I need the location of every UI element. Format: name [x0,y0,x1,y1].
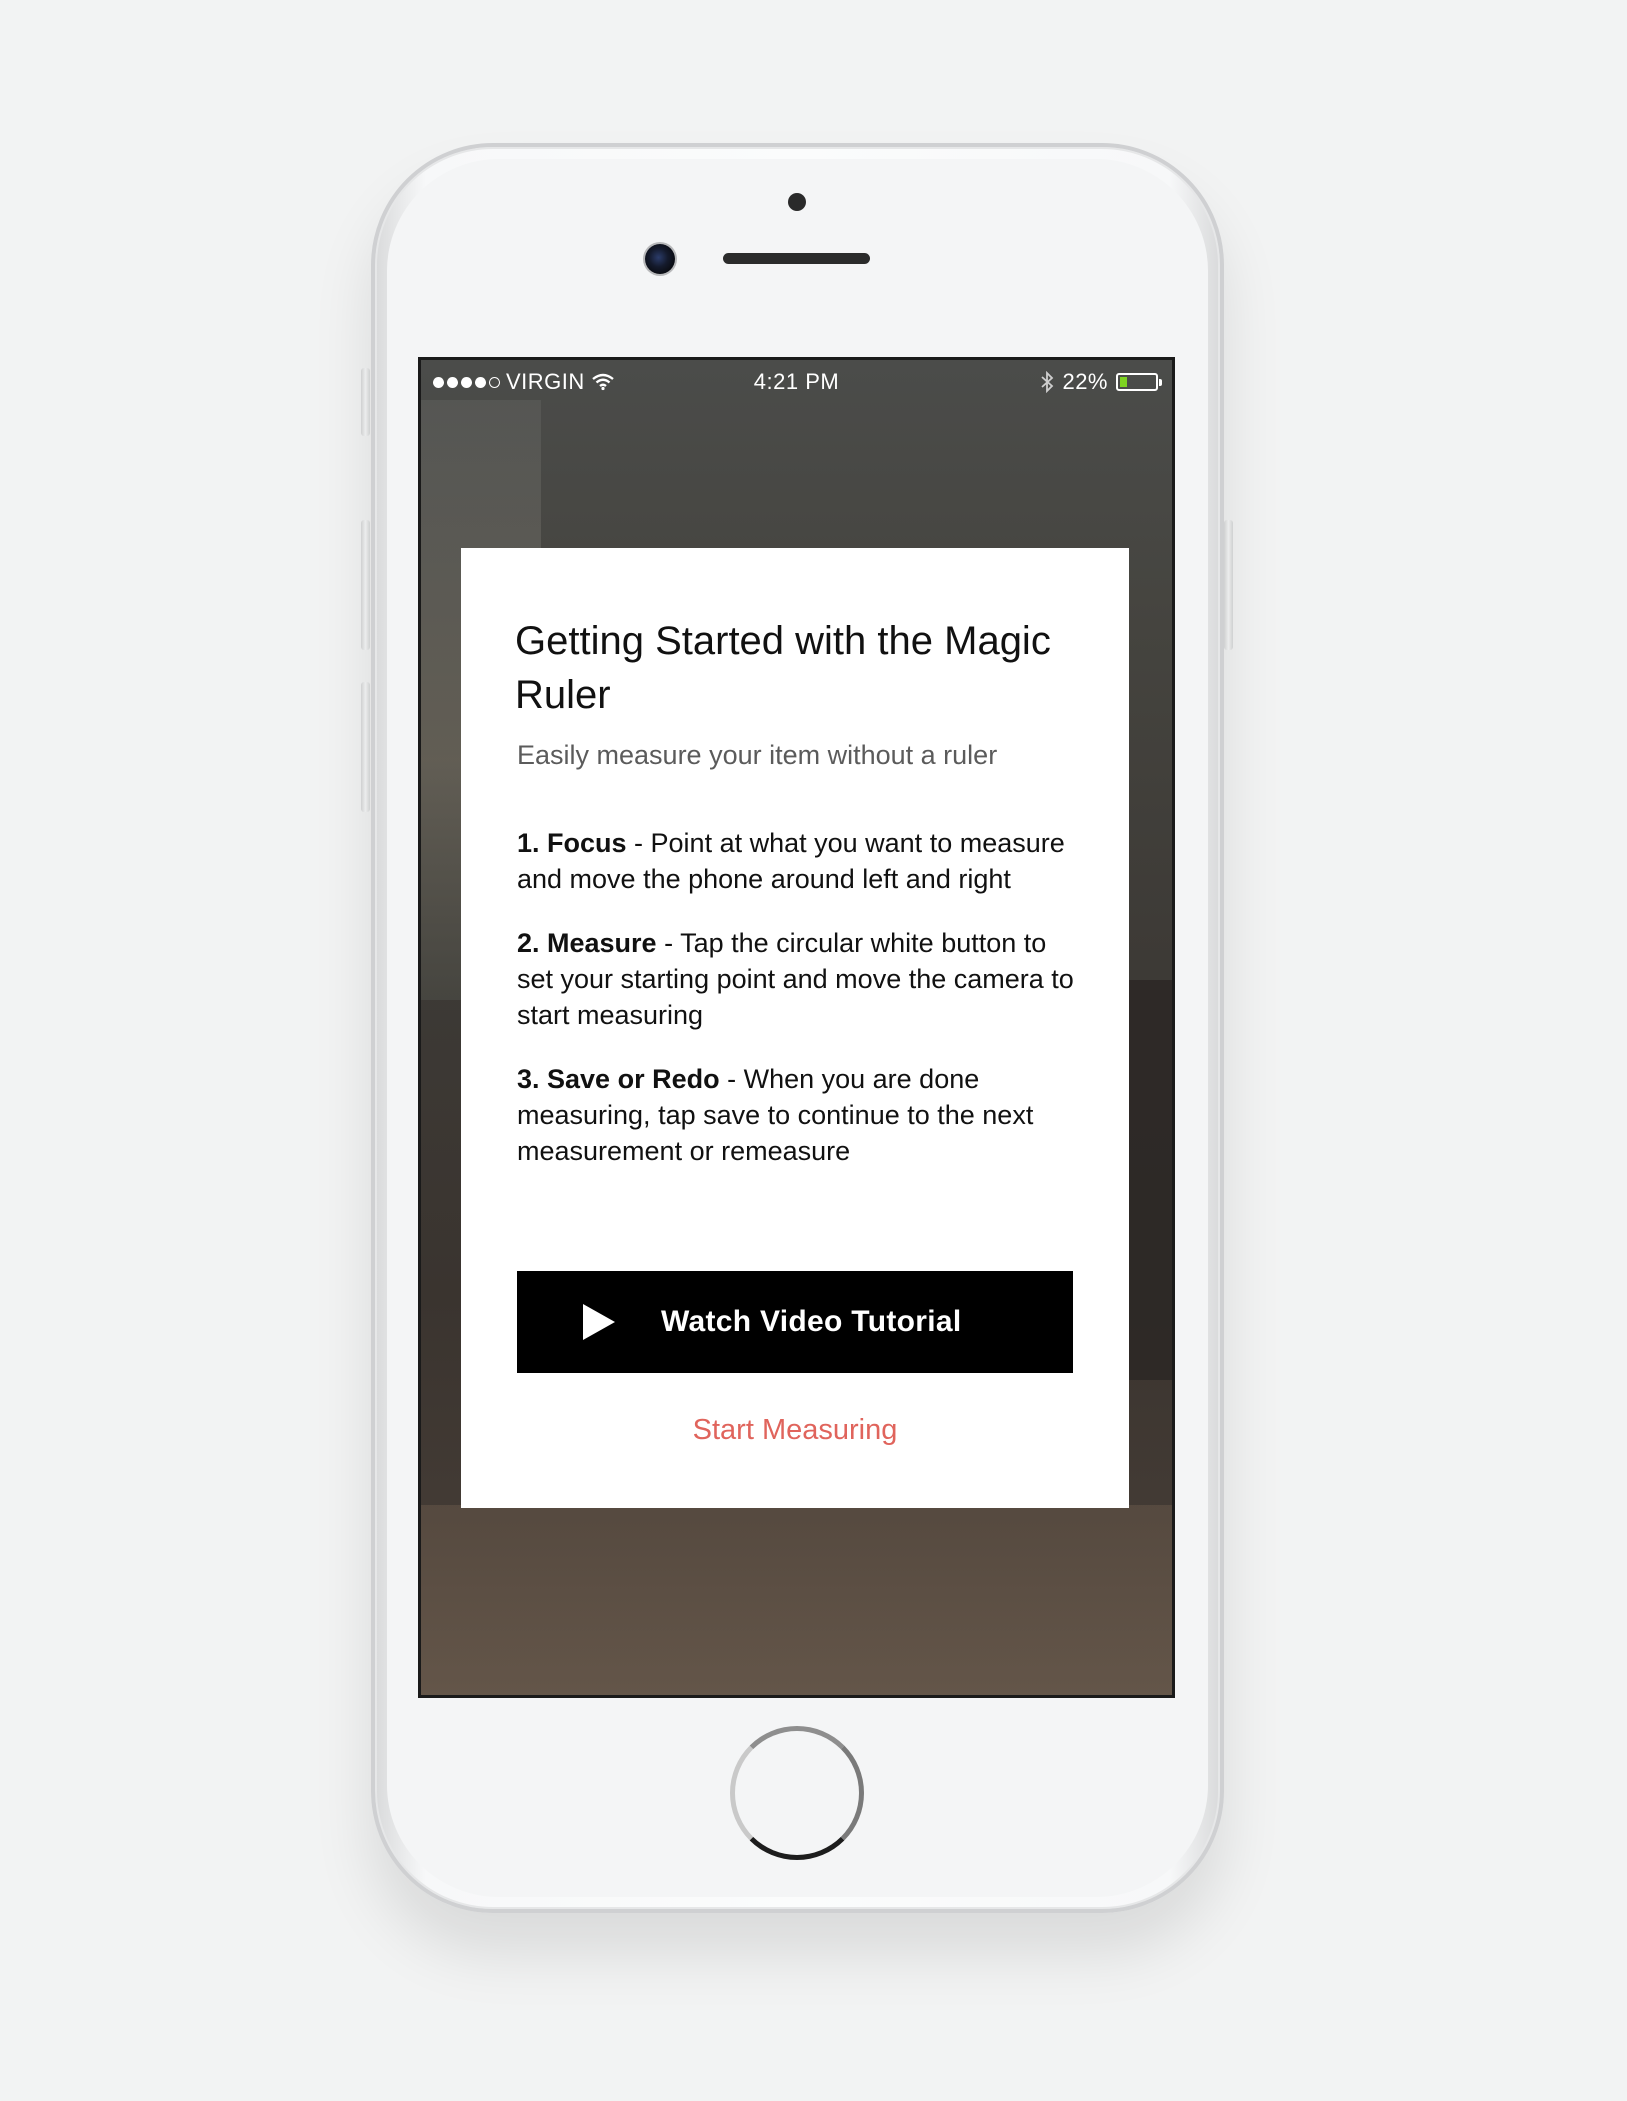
modal-subtitle: Easily measure your item without a ruler [517,740,998,770]
home-button[interactable] [730,1726,864,1860]
step-save-or-redo: 3. Save or Redo - When you are done meas… [517,1061,1075,1169]
watch-video-tutorial-button[interactable]: Watch Video Tutorial [517,1271,1073,1373]
proximity-sensor [788,193,806,211]
camera-background [421,1505,1172,1695]
status-right: 22% [1040,369,1162,395]
modal-title: Getting Started with the Magic Ruler [515,619,1051,717]
play-icon [583,1304,615,1340]
front-camera [645,244,675,274]
step-focus: 1. Focus - Point at what you want to mea… [517,825,1075,897]
step-label: 2. Measure [517,928,657,958]
volume-up-button [361,520,370,650]
step-label: 3. Save or Redo [517,1064,720,1094]
volume-down-button [361,682,370,812]
start-measuring-link[interactable]: Start Measuring [461,1414,1129,1447]
status-bar: VIRGIN 4:21 PM 22% [421,360,1172,400]
step-measure: 2. Measure - Tap the circular white butt… [517,925,1075,1033]
battery-percent: 22% [1062,369,1108,394]
getting-started-modal: Getting Started with the Magic Ruler Eas… [461,548,1129,1508]
power-button [1224,520,1233,650]
battery-level [1120,377,1127,387]
mute-switch [361,368,370,436]
earpiece-speaker [723,253,870,264]
battery-icon [1116,373,1162,391]
steps-list: 1. Focus - Point at what you want to mea… [515,825,1075,1169]
video-button-label: Watch Video Tutorial [661,1305,962,1338]
bluetooth-icon [1041,371,1054,393]
step-label: 1. Focus [517,828,627,858]
